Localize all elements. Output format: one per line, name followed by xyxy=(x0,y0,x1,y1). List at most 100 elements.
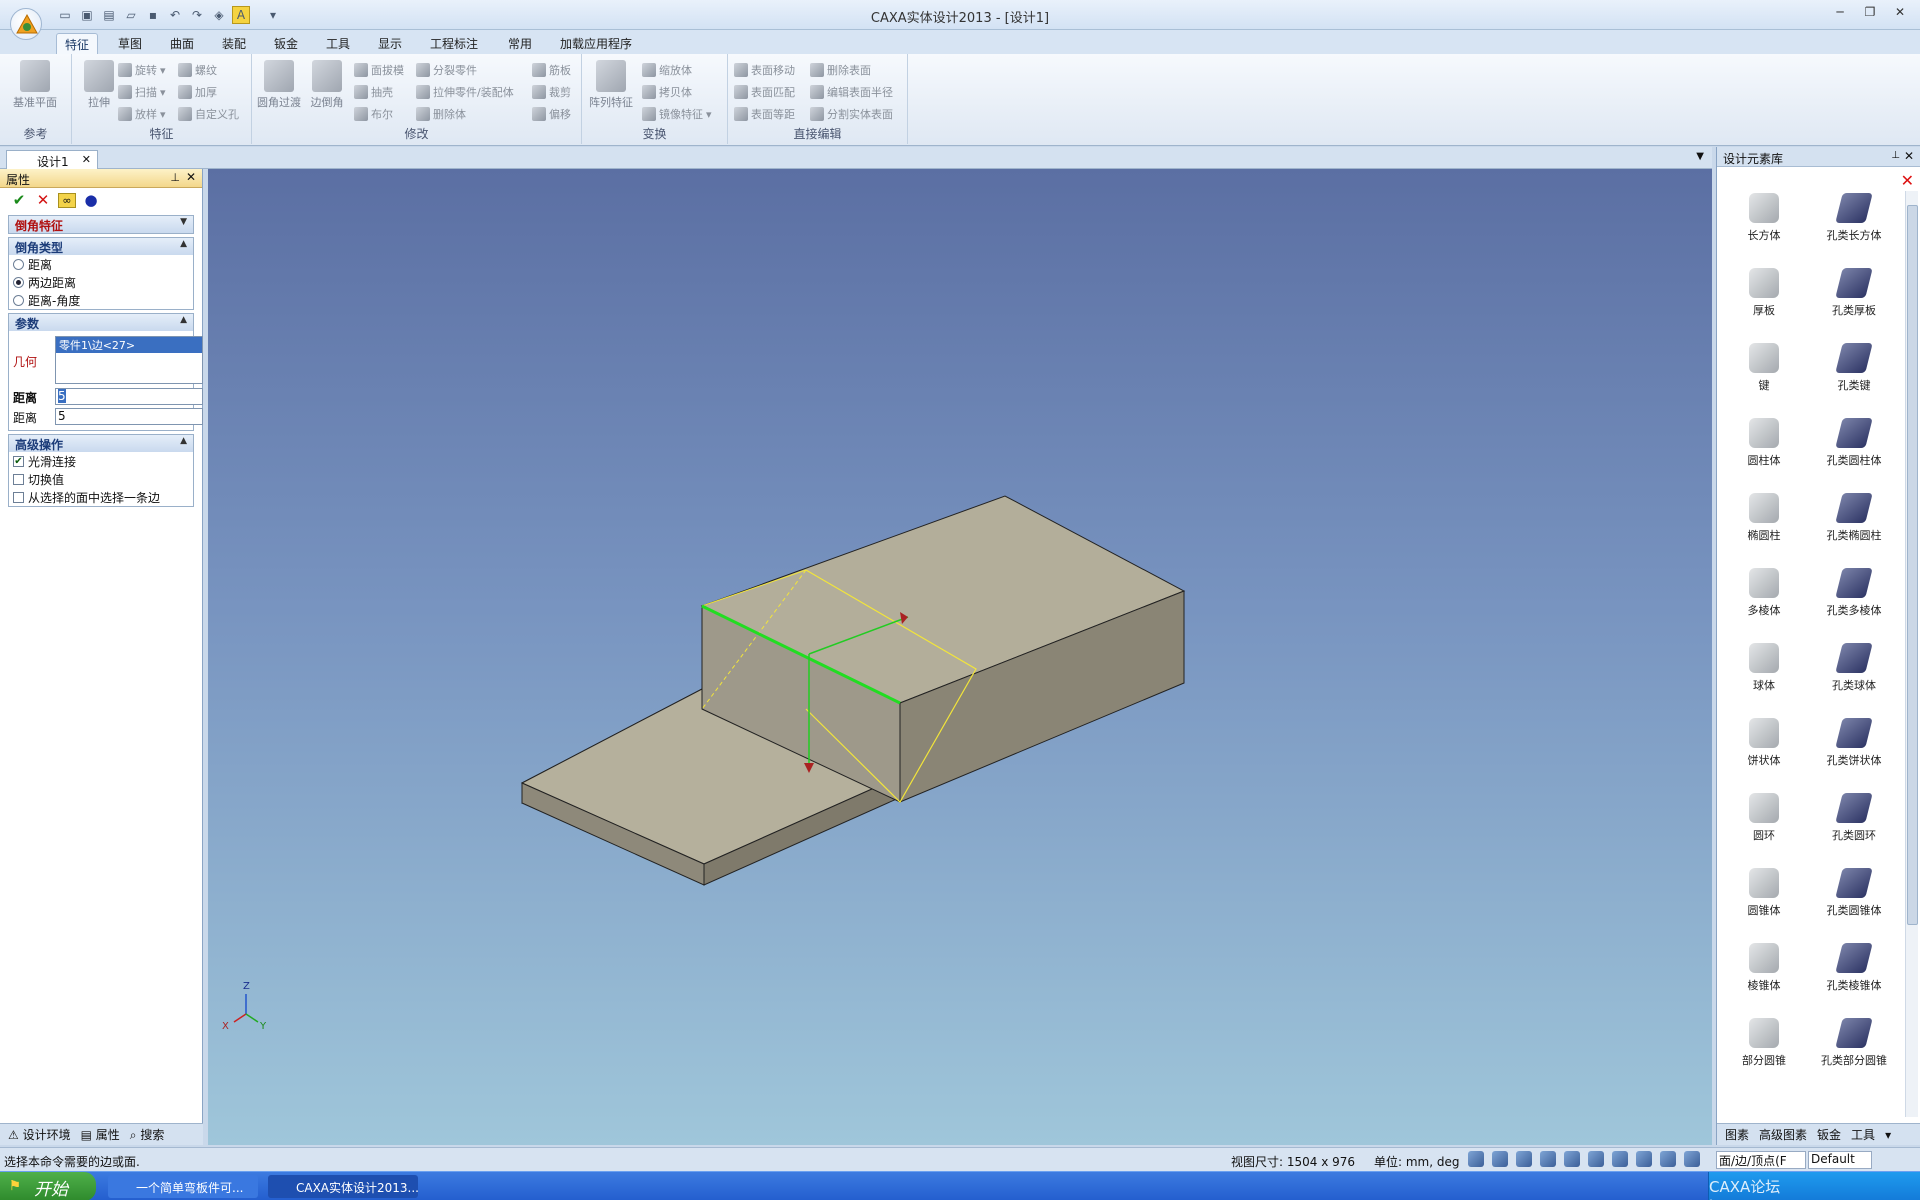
shell-button[interactable]: 抽壳 xyxy=(354,82,393,102)
draft-button[interactable]: 面拔模 xyxy=(354,60,404,80)
library-item[interactable]: 孔类键 xyxy=(1809,343,1899,393)
restore-icon[interactable]: ❐ xyxy=(1860,5,1880,23)
zoom-icon[interactable] xyxy=(1468,1151,1484,1167)
taskbar-item-browser[interactable]: 一个简单弯板件可... xyxy=(108,1175,258,1198)
pan-icon[interactable] xyxy=(1516,1151,1532,1167)
tab-sheet-metal[interactable]: 钣金 xyxy=(1817,1126,1841,1143)
tab-list-dropdown-icon[interactable]: ▼ xyxy=(1696,151,1704,162)
library-item[interactable]: 饼状体 xyxy=(1719,718,1809,768)
tab-assembly[interactable]: 装配 xyxy=(214,33,254,54)
scrollbar-thumb[interactable] xyxy=(1907,205,1918,925)
face-offset-button[interactable]: 表面等距 xyxy=(734,104,795,124)
tab-sketch[interactable]: 草图 xyxy=(110,33,150,54)
mirror-feature-button[interactable]: 镜像特征 ▾ xyxy=(642,104,712,124)
close-icon[interactable]: ✕ xyxy=(1904,149,1914,163)
delete-body-button[interactable]: 删除体 xyxy=(416,104,466,124)
radio-distance[interactable]: 距离 xyxy=(9,255,193,273)
offset-button[interactable]: 偏移 xyxy=(532,104,571,124)
radio-two-distances[interactable]: 两边距离 xyxy=(9,273,193,291)
display-mode-icon[interactable] xyxy=(1564,1151,1580,1167)
library-item[interactable]: 孔类圆锥体 xyxy=(1809,868,1899,918)
pin-icon[interactable]: ⊥ xyxy=(1891,150,1900,161)
tab-design-environment[interactable]: ⚠ 设计环境 xyxy=(8,1126,71,1143)
library-item[interactable]: 孔类椭圆柱 xyxy=(1809,493,1899,543)
document-tab[interactable]: 设计1 ✕ xyxy=(6,150,98,169)
checkbox-smooth-connect[interactable]: ✔ 光滑连接 xyxy=(9,452,193,470)
checkbox-select-edge-from-face[interactable]: 从选择的面中选择一条边 xyxy=(9,488,193,506)
custom-hole-button[interactable]: 自定义孔 xyxy=(178,104,239,124)
tab-properties[interactable]: ▤ 属性 xyxy=(81,1126,120,1143)
checkbox-swap-values[interactable]: 切换值 xyxy=(9,470,193,488)
library-item[interactable]: 孔类圆环 xyxy=(1809,793,1899,843)
geometry-list[interactable]: 零件1\边<27> xyxy=(55,336,203,384)
scale-body-button[interactable]: 缩放体 xyxy=(642,60,692,80)
face-match-button[interactable]: 表面匹配 xyxy=(734,82,795,102)
cancel-x-icon[interactable]: ✕ xyxy=(34,191,52,209)
loft-button[interactable]: 放样 ▾ xyxy=(118,104,166,124)
3d-viewport[interactable]: Z X Y xyxy=(208,169,1712,1145)
start-button[interactable]: ⚑ 开始 xyxy=(0,1172,96,1200)
library-item[interactable]: 孔类长方体 xyxy=(1809,193,1899,243)
tab-drawing-annotation[interactable]: 工程标注 xyxy=(422,33,486,54)
zoom-window-icon[interactable] xyxy=(1492,1151,1508,1167)
lock-icon[interactable] xyxy=(1684,1151,1700,1167)
section-icon[interactable] xyxy=(1612,1151,1628,1167)
delete-face-button[interactable]: 删除表面 xyxy=(810,60,871,80)
library-item[interactable]: 长方体 xyxy=(1719,193,1809,243)
feature-name-header[interactable]: 倒角特征 ▼ xyxy=(9,216,193,233)
tab-tools[interactable]: 工具 xyxy=(318,33,358,54)
library-item[interactable]: 圆环 xyxy=(1719,793,1809,843)
distance2-field[interactable]: 5 xyxy=(55,408,203,425)
camera-icon[interactable] xyxy=(1660,1151,1676,1167)
close-icon[interactable]: ✕ xyxy=(186,170,196,184)
tab-tools[interactable]: 工具 xyxy=(1851,1126,1875,1143)
light-icon[interactable] xyxy=(1636,1151,1652,1167)
selection-filter-select[interactable]: 面/边/顶点(F xyxy=(1716,1151,1806,1169)
thread-button[interactable]: 螺纹 xyxy=(178,60,217,80)
split-part-button[interactable]: 分裂零件 xyxy=(416,60,477,80)
tab-surface[interactable]: 曲面 xyxy=(162,33,202,54)
edit-face-radius-button[interactable]: 编辑表面半径 xyxy=(810,82,893,102)
tab-sheetmetal[interactable]: 钣金 xyxy=(266,33,306,54)
datum-plane-button[interactable]: 基准平面 xyxy=(12,60,58,110)
render-icon[interactable] xyxy=(1588,1151,1604,1167)
boolean-button[interactable]: 布尔 xyxy=(354,104,393,124)
model-canvas[interactable]: Z X Y xyxy=(208,169,1712,1145)
tab-shapes[interactable]: 图素 xyxy=(1725,1126,1749,1143)
library-item[interactable]: 孔类多棱体 xyxy=(1809,568,1899,618)
extrude-button[interactable]: 拉伸 xyxy=(76,60,122,110)
view-orient-icon[interactable] xyxy=(1540,1151,1556,1167)
help-dot-icon[interactable]: ● xyxy=(82,191,100,209)
tab-addins[interactable]: 加载应用程序 xyxy=(552,33,640,54)
library-item[interactable]: 圆柱体 xyxy=(1719,418,1809,468)
library-item[interactable]: 孔类部分圆锥 xyxy=(1809,1018,1899,1068)
trim-button[interactable]: 裁剪 xyxy=(532,82,571,102)
library-item[interactable]: 部分圆锥 xyxy=(1719,1018,1809,1068)
library-item[interactable]: 孔类厚板 xyxy=(1809,268,1899,318)
copy-body-button[interactable]: 拷贝体 xyxy=(642,82,692,102)
minimize-icon[interactable]: ─ xyxy=(1830,5,1850,23)
library-item[interactable]: 孔类圆柱体 xyxy=(1809,418,1899,468)
radio-distance-angle[interactable]: 距离-角度 xyxy=(9,291,193,309)
params-header[interactable]: 参数 ▲ xyxy=(9,314,193,331)
library-item[interactable]: 球体 xyxy=(1719,643,1809,693)
library-item[interactable]: 多棱体 xyxy=(1719,568,1809,618)
taskbar-item-caxa[interactable]: CAXA实体设计2013... xyxy=(268,1175,418,1198)
preview-glasses-icon[interactable]: ∞ xyxy=(58,192,76,208)
distance1-field[interactable]: 5 xyxy=(55,388,203,405)
pin-icon[interactable]: ⊥ xyxy=(170,171,180,184)
thicken-button[interactable]: 加厚 xyxy=(178,82,217,102)
library-item[interactable]: 孔类球体 xyxy=(1809,643,1899,693)
advanced-header[interactable]: 高级操作 ▲ xyxy=(9,435,193,452)
library-menu-icon[interactable]: ▾ xyxy=(1885,1128,1891,1142)
revolve-button[interactable]: 旋转 ▾ xyxy=(118,60,166,80)
library-item[interactable]: 孔类饼状体 xyxy=(1809,718,1899,768)
close-icon[interactable]: ✕ xyxy=(1890,5,1910,23)
tab-display[interactable]: 显示 xyxy=(370,33,410,54)
confirm-check-icon[interactable]: ✔ xyxy=(10,191,28,209)
fillet-button[interactable]: 圆角过渡 xyxy=(256,60,302,110)
sweep-button[interactable]: 扫描 ▾ xyxy=(118,82,166,102)
tab-feature[interactable]: 特征 xyxy=(56,33,99,54)
chamfer-button[interactable]: 边倒角 xyxy=(304,60,350,110)
library-item[interactable]: 椭圆柱 xyxy=(1719,493,1809,543)
